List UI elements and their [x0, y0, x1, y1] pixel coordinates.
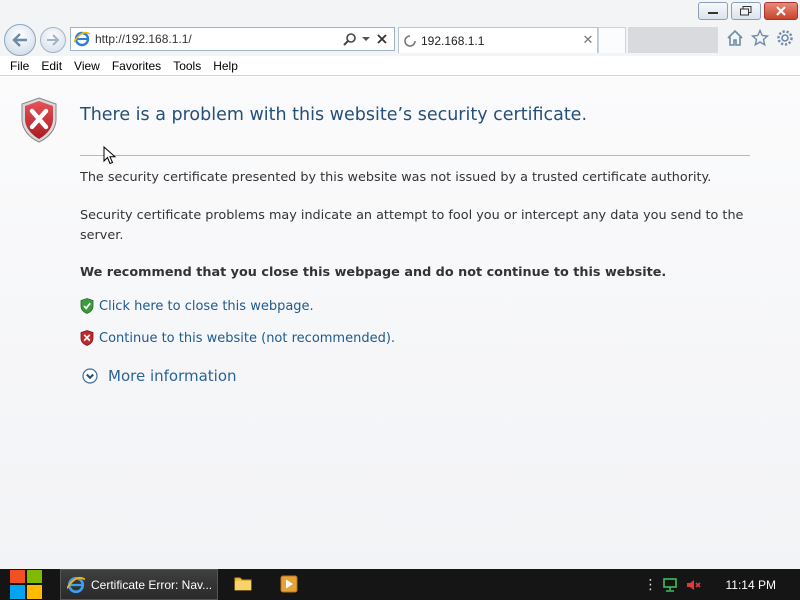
- ie-logo-icon: [67, 576, 85, 593]
- menu-help[interactable]: Help: [207, 59, 244, 73]
- menu-bar: File Edit View Favorites Tools Help: [0, 56, 800, 76]
- tab-active[interactable]: 192.168.1.1 ✕: [398, 27, 598, 53]
- menu-edit[interactable]: Edit: [35, 59, 68, 73]
- start-button[interactable]: [8, 569, 44, 600]
- home-icon: [727, 29, 743, 46]
- close-webpage-link[interactable]: Click here to close this webpage.: [80, 298, 314, 314]
- shield-x-icon: [80, 330, 94, 346]
- gear-icon: [777, 30, 793, 46]
- certificate-error-page: There is a problem with this website’s s…: [0, 77, 800, 569]
- navigation-bar: http://192.168.1.1/ 192.168.1.1 ✕: [0, 24, 800, 56]
- continue-website-label[interactable]: Continue to this website (not recommende…: [99, 331, 395, 346]
- settings-button[interactable]: [776, 29, 794, 47]
- close-icon: [776, 6, 786, 16]
- forward-arrow-icon: [47, 34, 60, 46]
- network-icon[interactable]: [662, 577, 678, 592]
- ie-logo-icon: [71, 28, 93, 50]
- certificate-issue-text: The security certificate presented by th…: [80, 170, 712, 185]
- more-information-label[interactable]: More information: [108, 367, 237, 385]
- address-input[interactable]: http://192.168.1.1/: [93, 32, 342, 46]
- minimize-icon: [708, 12, 718, 14]
- show-hidden-icons-icon[interactable]: ⋮: [644, 577, 658, 593]
- menu-view[interactable]: View: [68, 59, 106, 73]
- star-icon: [751, 29, 769, 47]
- security-warning-text: Security certificate problems may indica…: [80, 208, 744, 243]
- shield-check-icon: [80, 298, 94, 314]
- more-information-toggle[interactable]: More information: [82, 367, 237, 385]
- close-window-button[interactable]: [764, 2, 798, 20]
- system-tray: ⋮ 11:14 PM: [644, 569, 800, 600]
- taskbar: Certificate Error: Nav... ⋮ 11:14 PM: [0, 569, 800, 600]
- recommendation-text: We recommend that you close this webpage…: [80, 265, 667, 280]
- tab-strip-blank: [628, 27, 718, 53]
- media-player-icon[interactable]: [280, 575, 298, 593]
- back-button[interactable]: [4, 24, 36, 56]
- search-button[interactable]: [342, 29, 358, 49]
- taskbar-item-label: Certificate Error: Nav...: [91, 577, 213, 592]
- search-icon: [343, 33, 356, 46]
- continue-website-link[interactable]: Continue to this website (not recommende…: [80, 330, 395, 346]
- menu-tools[interactable]: Tools: [167, 59, 207, 73]
- shield-error-icon: [21, 97, 57, 143]
- folder-icon[interactable]: [234, 575, 252, 591]
- taskbar-item-ie[interactable]: Certificate Error: Nav...: [60, 569, 218, 600]
- minimize-button[interactable]: [698, 2, 728, 20]
- volume-muted-icon[interactable]: [686, 578, 702, 592]
- title-bar: [0, 0, 800, 26]
- address-dropdown-button[interactable]: [358, 29, 374, 49]
- restore-button[interactable]: [731, 2, 761, 20]
- menu-file[interactable]: File: [4, 59, 35, 73]
- home-button[interactable]: [726, 29, 744, 47]
- chevron-down-circle-icon: [82, 368, 98, 384]
- clock[interactable]: 11:14 PM: [726, 578, 776, 592]
- restore-icon: [740, 6, 752, 16]
- mouse-pointer-icon: [103, 146, 117, 165]
- loading-icon: [399, 34, 421, 47]
- forward-button[interactable]: [40, 27, 66, 53]
- tab-title: 192.168.1.1: [421, 33, 485, 48]
- favorites-button[interactable]: [751, 29, 769, 47]
- menu-favorites[interactable]: Favorites: [106, 59, 167, 73]
- new-tab-button[interactable]: [598, 27, 626, 53]
- windows-logo-icon: [10, 570, 42, 599]
- address-bar[interactable]: http://192.168.1.1/: [70, 27, 395, 51]
- chevron-down-icon: [362, 37, 370, 41]
- page-title: There is a problem with this website’s s…: [80, 105, 588, 125]
- close-webpage-label[interactable]: Click here to close this webpage.: [99, 299, 314, 314]
- divider: [80, 155, 750, 156]
- tab-close-icon[interactable]: ✕: [579, 33, 597, 48]
- stop-button[interactable]: [374, 29, 390, 49]
- back-arrow-icon: [12, 33, 27, 47]
- close-icon: [377, 34, 387, 44]
